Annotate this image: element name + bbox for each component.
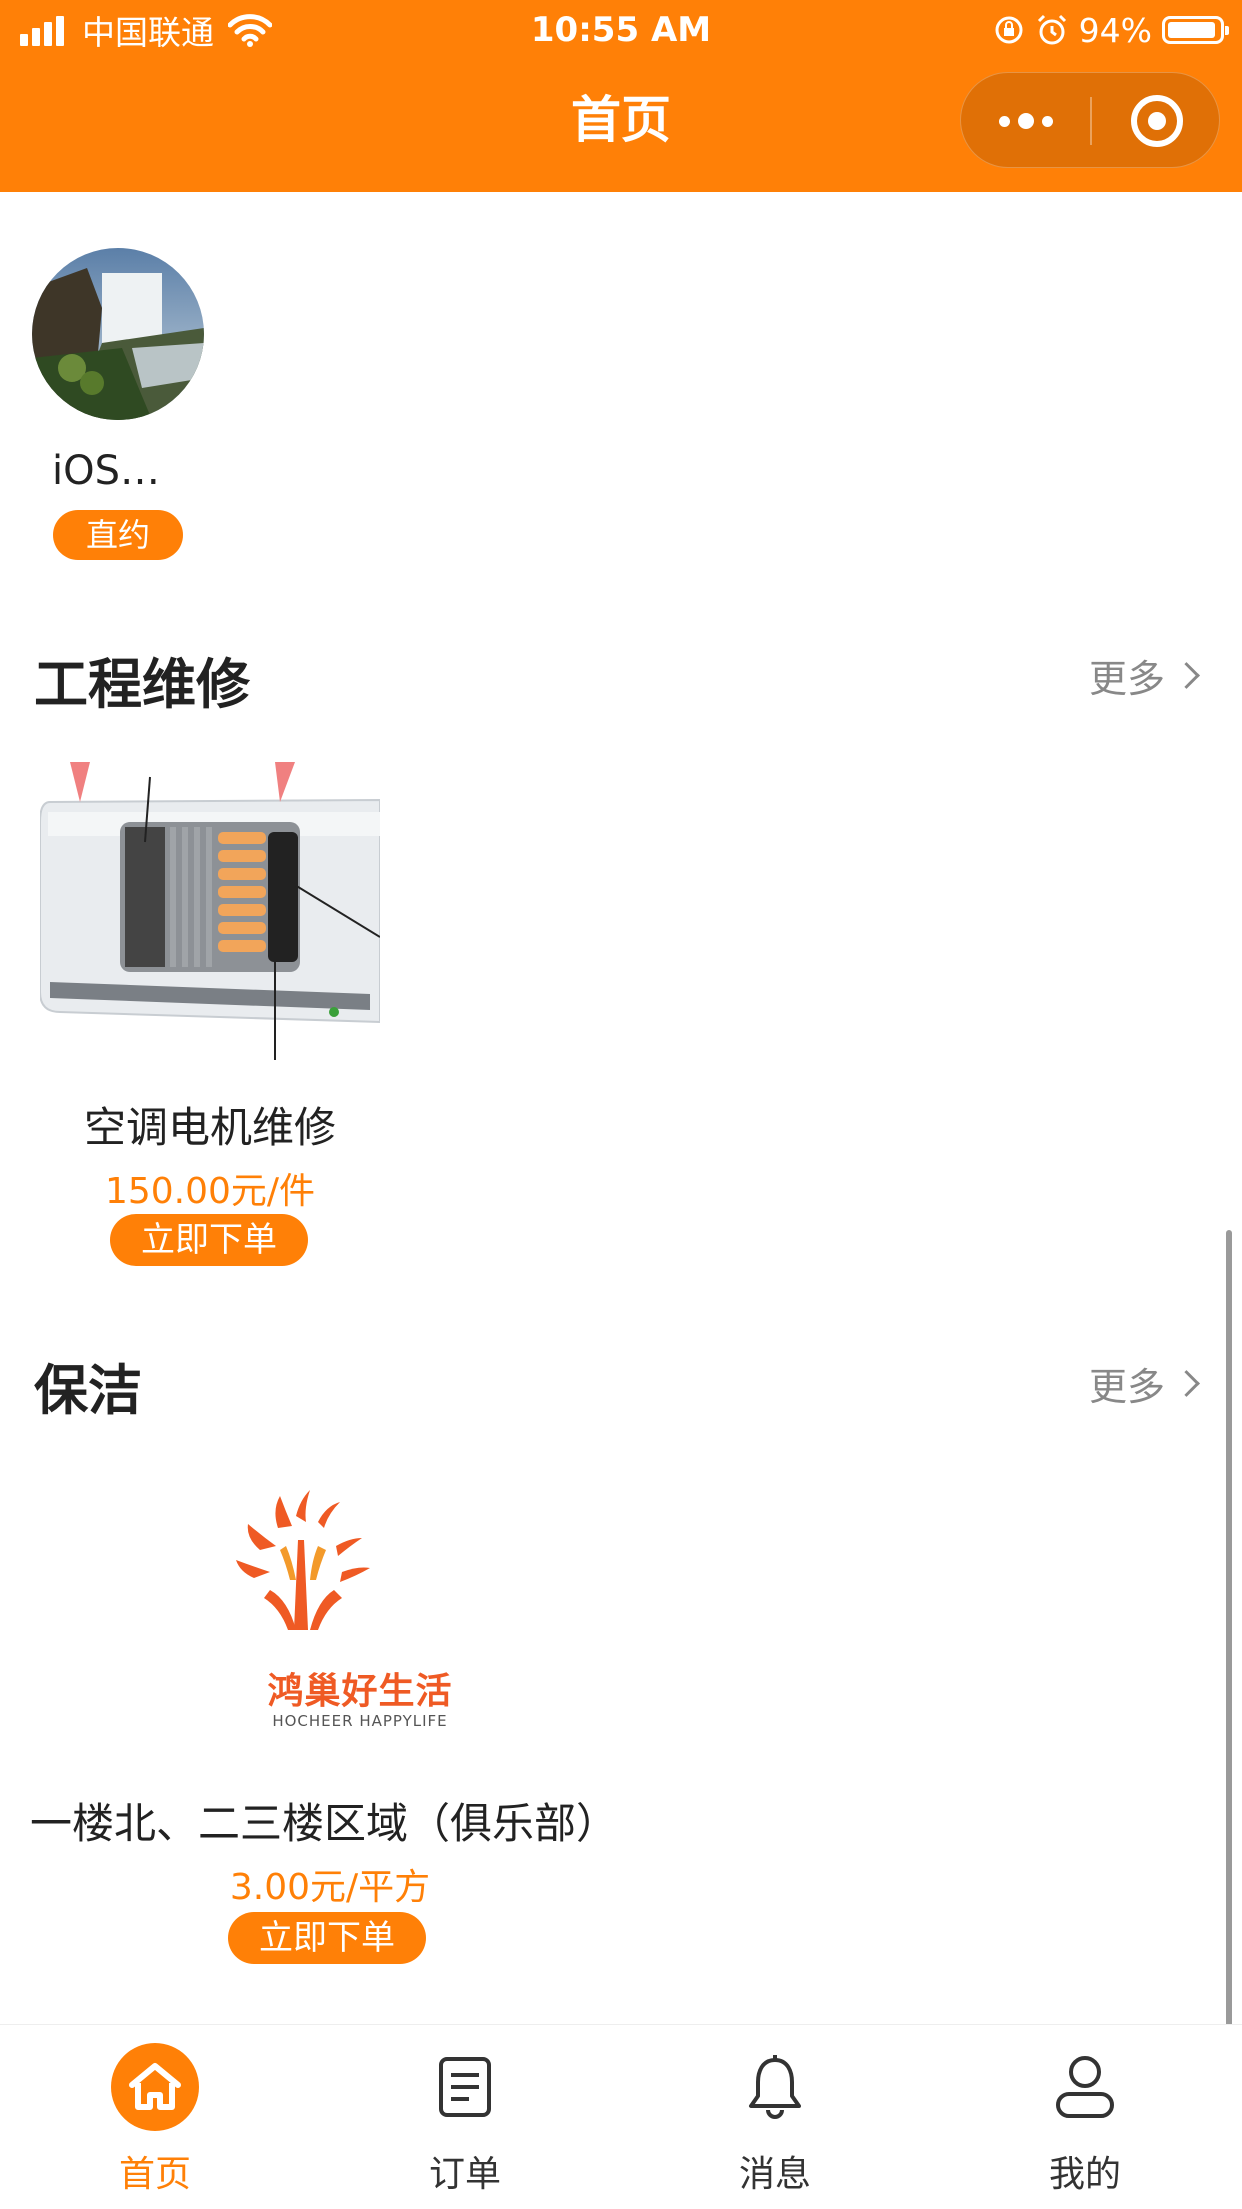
- more-link-cleaning[interactable]: 更多: [1089, 1356, 1202, 1411]
- tab-label: 消息: [738, 2154, 811, 2195]
- mini-program-capsule: [960, 72, 1220, 168]
- home-icon: [111, 2043, 199, 2131]
- more-link-label: 更多: [1088, 657, 1165, 701]
- service-card-ac-motor[interactable]: 空调电机维修 150.00元/件 立即下单: [40, 762, 380, 1266]
- tab-profile[interactable]: 我的: [930, 2025, 1240, 2209]
- direct-booking-badge[interactable]: 直约: [53, 510, 183, 560]
- section-title-cleaning: 保洁: [34, 1359, 142, 1422]
- logo-text-en: HOCHEER HAPPYLIFE: [272, 1712, 448, 1730]
- bell-icon: [731, 2043, 819, 2131]
- tab-home[interactable]: 首页: [0, 2025, 310, 2209]
- provider-name: iOS…: [52, 448, 160, 494]
- chevron-right-icon: [1173, 1370, 1200, 1397]
- orientation-lock-icon: [995, 16, 1023, 44]
- service-name: 一楼北、二三楼区域（俱乐部）: [30, 1799, 619, 1848]
- tab-label: 我的: [1048, 2154, 1121, 2195]
- section-title-repair: 工程维修: [34, 653, 250, 716]
- user-icon: [1041, 2043, 1129, 2131]
- header: 中国联通 10:55 AM 94% 首页: [0, 0, 1242, 192]
- chevron-right-icon: [1173, 662, 1200, 689]
- close-target-icon[interactable]: [1092, 73, 1221, 169]
- alarm-icon: [1037, 14, 1066, 45]
- more-link-label: 更多: [1088, 1365, 1165, 1409]
- service-name: 空调电机维修: [83, 1103, 336, 1152]
- provider-card[interactable]: iOS… 直约: [32, 248, 204, 560]
- tab-label: 订单: [428, 2154, 501, 2195]
- hocheer-logo-image: 鸿巢好生活 HOCHEER HAPPYLIFE: [200, 1480, 520, 1740]
- tab-orders[interactable]: 订单: [310, 2025, 620, 2209]
- provider-avatar: [32, 248, 204, 420]
- order-icon: [421, 2043, 509, 2131]
- more-dots-icon[interactable]: [961, 73, 1090, 169]
- battery-percent: 94%: [1078, 10, 1152, 50]
- status-bar: 中国联通 10:55 AM 94%: [0, 0, 1242, 62]
- ac-motor-image: [40, 762, 380, 1060]
- order-now-button[interactable]: 立即下单: [228, 1912, 426, 1964]
- service-price: 3.00元/平方: [229, 1867, 431, 1908]
- service-price: 150.00元/件: [104, 1171, 316, 1212]
- service-card-cleaning[interactable]: 鸿巢好生活 HOCHEER HAPPYLIFE 一楼北、二三楼区域（俱乐部） 3…: [30, 1480, 650, 1980]
- battery-level-fill: [1168, 22, 1215, 38]
- battery-icon: [1162, 16, 1229, 44]
- order-now-button[interactable]: 立即下单: [110, 1214, 308, 1266]
- logo-text-cn: 鸿巢好生活: [267, 1671, 453, 1712]
- tab-label: 首页: [118, 2154, 191, 2195]
- more-link-repair[interactable]: 更多: [1089, 648, 1202, 703]
- tab-bar: 首页 订单 消息 我的: [0, 2024, 1242, 2209]
- tab-messages[interactable]: 消息: [620, 2025, 930, 2209]
